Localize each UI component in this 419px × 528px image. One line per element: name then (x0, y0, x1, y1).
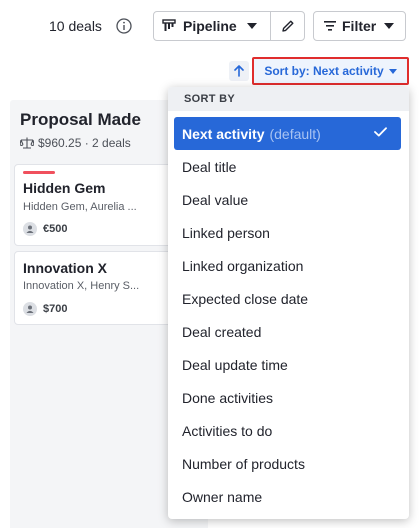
sort-by-menu: SORT BY Next activity (default) Deal tit… (168, 87, 409, 519)
pipeline-label: Pipeline (183, 18, 237, 34)
stage-title: Proposal Made (20, 110, 141, 129)
chevron-down-icon (388, 68, 397, 74)
pencil-icon (281, 20, 293, 32)
deal-meta: €500 (23, 222, 67, 236)
sort-option-linked-person[interactable]: Linked person (168, 216, 409, 249)
filter-label: Filter (342, 18, 377, 34)
sort-option-number-of-products[interactable]: Number of products (168, 447, 409, 480)
deal-subtitle: Hidden Gem, Aurelia ... (23, 201, 137, 213)
default-tag: (default) (269, 125, 321, 142)
checkmark-icon (374, 127, 387, 137)
sort-option-deal-title[interactable]: Deal title (168, 150, 409, 183)
sort-option-owner-name[interactable]: Owner name (168, 480, 409, 513)
sort-option-done-activities[interactable]: Done activities (168, 381, 409, 414)
person-icon (23, 222, 37, 236)
chevron-down-icon (384, 23, 395, 29)
sort-by-label: Sort by: Next activity (264, 64, 384, 78)
deal-subtitle: Innovation X, Henry S... (23, 280, 140, 292)
activity-status-bar (23, 171, 55, 174)
deal-meta: $700 (23, 302, 67, 316)
sort-option-next-activity[interactable]: Next activity (default) (174, 117, 401, 150)
deal-value: €500 (43, 223, 68, 235)
sort-option-deal-update-time[interactable]: Deal update time (168, 348, 409, 381)
pipeline-icon (162, 19, 176, 31)
sort-by-button[interactable]: Sort by: Next activity (252, 57, 409, 85)
sort-option-expected-close-date[interactable]: Expected close date (168, 282, 409, 315)
deal-count: 10 deals (49, 18, 102, 34)
info-icon[interactable] (116, 18, 132, 34)
stage-summary: $960.25 · 2 deals (20, 136, 131, 150)
filter-icon (324, 21, 336, 31)
sort-option-deal-value[interactable]: Deal value (168, 183, 409, 216)
stage-summary-text: $960.25 · 2 deals (38, 136, 131, 150)
edit-pipeline-button[interactable] (270, 11, 305, 41)
scale-icon (20, 137, 34, 149)
sort-menu-header: SORT BY (168, 87, 409, 111)
sort-option-label: Next activity (182, 125, 265, 142)
sort-option-deal-created[interactable]: Deal created (168, 315, 409, 348)
sort-option-activities-to-do[interactable]: Activities to do (168, 414, 409, 447)
sort-option-linked-organization[interactable]: Linked organization (168, 249, 409, 282)
arrow-up-icon (234, 65, 244, 77)
deal-title: Innovation X (23, 260, 107, 276)
sort-direction-button[interactable] (229, 61, 249, 81)
person-icon (23, 302, 37, 316)
deal-value: $700 (43, 303, 68, 315)
filter-button[interactable]: Filter (313, 11, 406, 41)
sort-options-list: Next activity (default) Deal title Deal … (168, 117, 409, 513)
chevron-down-icon (246, 23, 257, 29)
pipeline-dropdown-button[interactable]: Pipeline (153, 11, 272, 41)
deal-title: Hidden Gem (23, 180, 106, 196)
